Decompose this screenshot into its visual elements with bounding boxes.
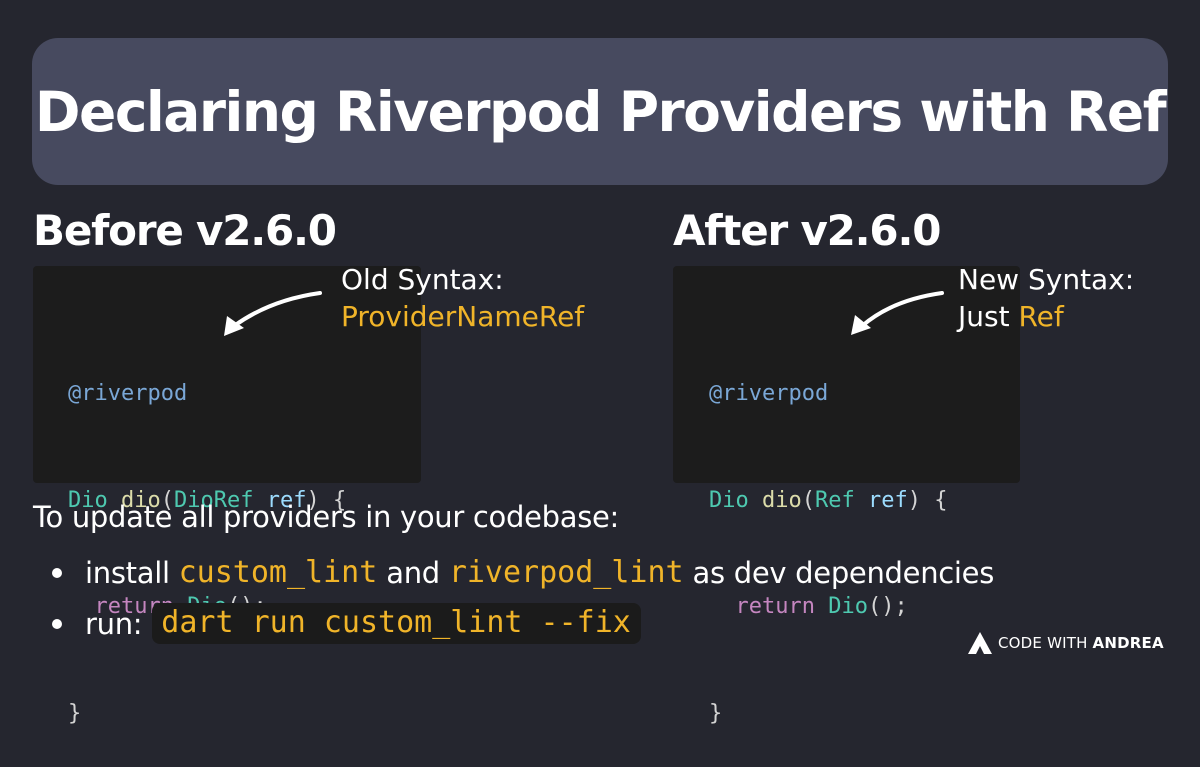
after-heading: After v2.6.0 bbox=[673, 206, 941, 255]
code-punctuation: ) { bbox=[907, 487, 948, 513]
list-item: install custom_lint and riverpod_lint as… bbox=[52, 555, 994, 590]
before-code-block: @riverpod Dio dio(DioRef ref) { return D… bbox=[68, 305, 346, 767]
code-function-name: dio bbox=[762, 487, 802, 513]
code-return-type: Dio bbox=[709, 487, 749, 513]
page-title: Declaring Riverpod Providers with Ref bbox=[34, 79, 1167, 144]
list-item: run: dart run custom_lint --fix bbox=[52, 603, 641, 644]
code-line: @riverpod bbox=[68, 376, 346, 412]
bullet-icon bbox=[52, 567, 62, 578]
code-keyword: return bbox=[735, 594, 815, 619]
code-line: } bbox=[68, 696, 346, 732]
brand-logo: CODE WITH ANDREA bbox=[968, 632, 1164, 654]
after-code-block: @riverpod Dio dio(Ref ref) { return Dio(… bbox=[709, 305, 948, 767]
bullet2-prefix: run: bbox=[85, 606, 143, 641]
package-riverpod-lint: riverpod_lint bbox=[448, 555, 684, 590]
bullet1-middle: and bbox=[377, 555, 449, 590]
new-syntax-prefix: Just bbox=[958, 300, 1019, 333]
code-type: Dio bbox=[828, 594, 868, 619]
code-line: } bbox=[709, 696, 948, 732]
brand-word-with: WITH bbox=[1047, 634, 1088, 652]
code-param-name: ref bbox=[868, 487, 908, 513]
code-annotation: @riverpod bbox=[709, 381, 829, 406]
bullet1-suffix: as dev dependencies bbox=[683, 555, 995, 590]
new-syntax-value: Ref bbox=[1018, 300, 1064, 333]
code-param-type: Ref bbox=[815, 487, 855, 513]
code-punctuation: } bbox=[709, 700, 723, 726]
new-syntax-callout: New Syntax: Just Ref bbox=[958, 261, 1134, 335]
bullet1-prefix: install bbox=[85, 555, 179, 590]
code-punctuation: ( bbox=[801, 487, 815, 513]
code-annotation: @riverpod bbox=[68, 381, 188, 406]
command-pill: dart run custom_lint --fix bbox=[152, 603, 641, 644]
code-punctuation: } bbox=[68, 700, 82, 726]
code-line: @riverpod bbox=[709, 376, 948, 412]
bullet-icon bbox=[52, 618, 62, 629]
title-banner: Declaring Riverpod Providers with Ref bbox=[32, 38, 1168, 185]
package-custom-lint: custom_lint bbox=[178, 555, 378, 590]
code-line: return Dio(); bbox=[709, 589, 948, 625]
old-syntax-callout: Old Syntax: ProviderNameRef bbox=[341, 261, 584, 335]
instructions-intro: To update all providers in your codebase… bbox=[33, 500, 620, 534]
old-syntax-label: Old Syntax: bbox=[341, 263, 504, 296]
command-text: dart run custom_lint --fix bbox=[161, 605, 631, 640]
brand-word-andrea: ANDREA bbox=[1092, 634, 1164, 652]
new-syntax-label: New Syntax: bbox=[958, 263, 1135, 296]
code-line: Dio dio(Ref ref) { bbox=[709, 483, 948, 519]
code-punctuation: (); bbox=[867, 594, 908, 619]
old-syntax-value: ProviderNameRef bbox=[341, 300, 585, 333]
brand-word-code: CODE bbox=[998, 634, 1043, 652]
before-heading: Before v2.6.0 bbox=[33, 206, 337, 255]
andrea-a-logo-icon bbox=[968, 632, 992, 654]
